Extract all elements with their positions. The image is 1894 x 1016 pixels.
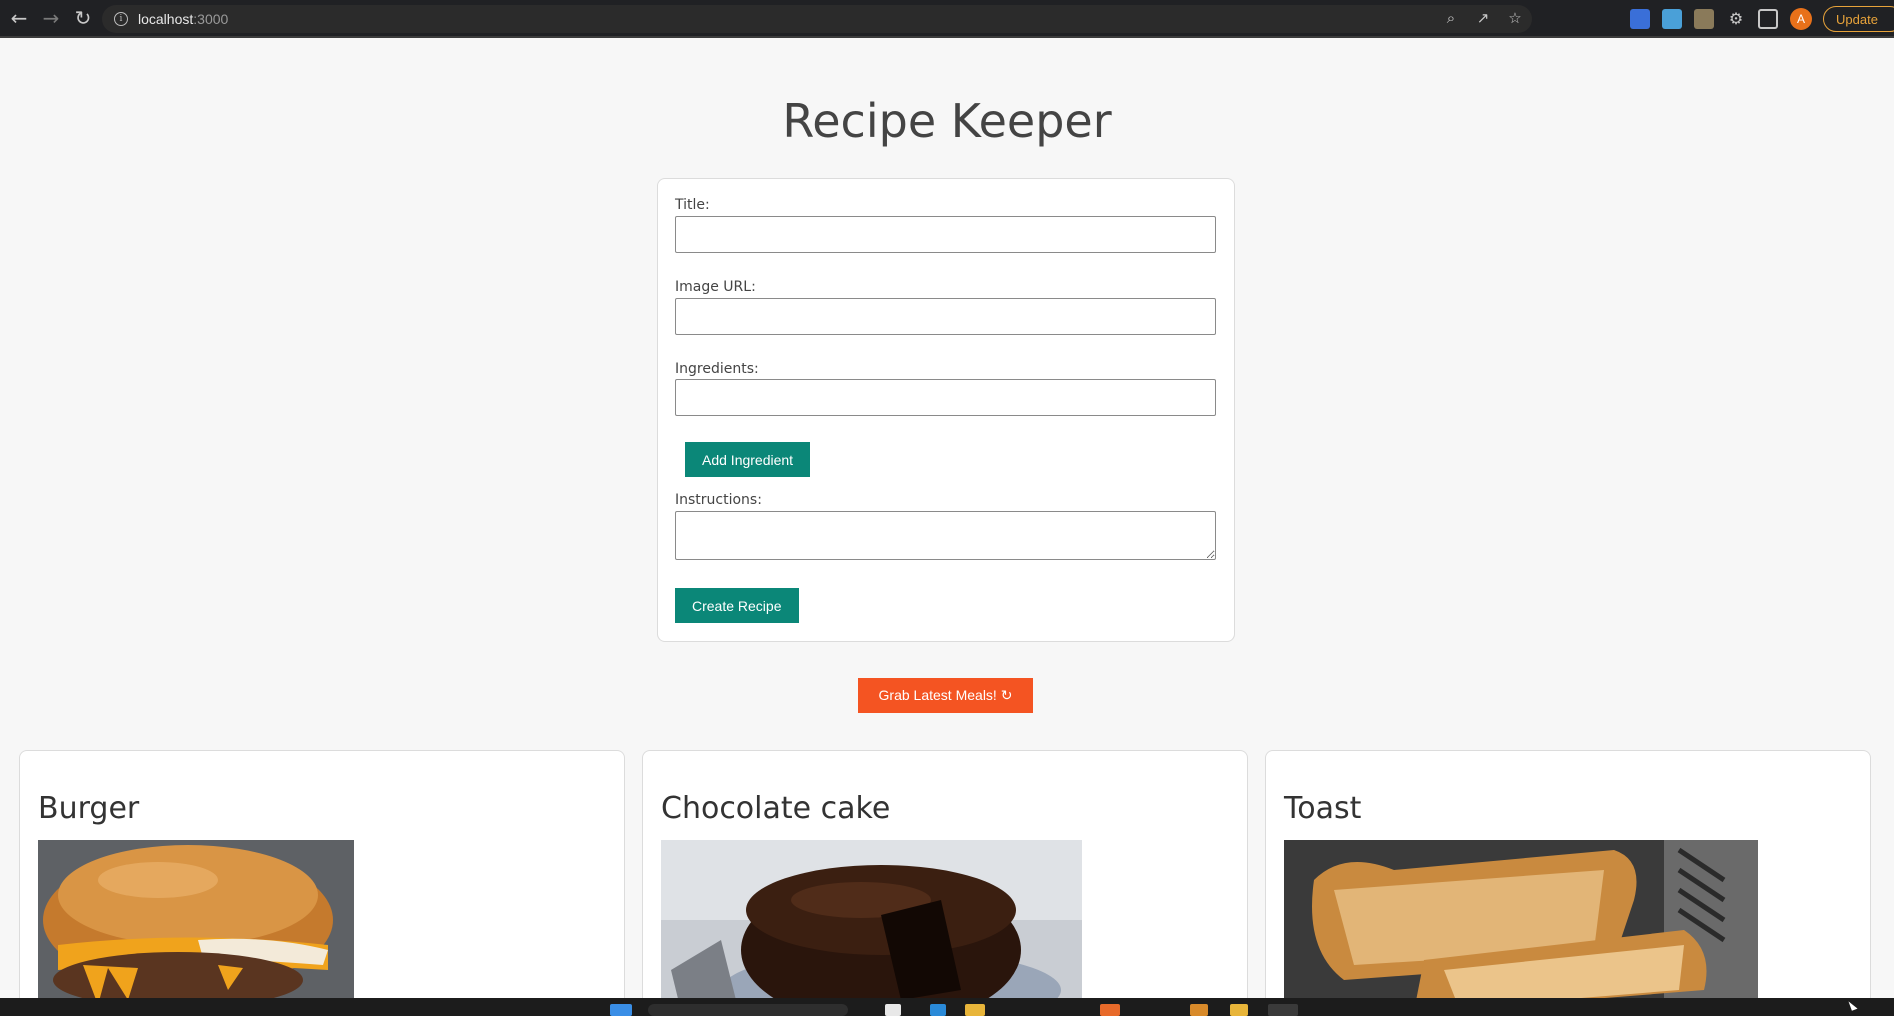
title-label: Title:	[675, 197, 710, 213]
profile-avatar[interactable]: A	[1790, 8, 1812, 30]
side-panel-icon[interactable]	[1758, 9, 1778, 29]
extension-icon-2[interactable]	[1662, 9, 1682, 29]
recipe-title: Burger	[38, 791, 140, 826]
url-host: localhost	[138, 11, 194, 27]
taskbar-app-icon[interactable]	[1100, 1004, 1120, 1016]
recipe-form: Title: Image URL: Ingredients: Add Ingre…	[657, 178, 1235, 642]
folder-icon[interactable]	[965, 1004, 985, 1016]
recipe-list: Burger Chocolate cake Toast	[19, 750, 1872, 998]
extension-icon-3[interactable]	[1694, 9, 1714, 29]
forward-icon[interactable]: →	[38, 5, 64, 31]
taskbar-app-icon[interactable]	[930, 1004, 946, 1016]
taskbar-app-icon[interactable]	[1190, 1004, 1208, 1016]
recipe-image-burger	[38, 840, 354, 998]
url-text: localhost:3000	[138, 11, 228, 27]
grab-latest-meals-button[interactable]: Grab Latest Meals! ↻	[858, 678, 1033, 713]
ingredients-label: Ingredients:	[675, 361, 759, 377]
browser-toolbar: ← → ↻ i localhost:3000 ⌕ ↗ ☆ ⚙ A Update	[0, 0, 1894, 38]
recipe-image-toast	[1284, 840, 1758, 998]
taskbar-app-icon[interactable]	[1268, 1004, 1298, 1016]
url-port: :3000	[193, 11, 229, 27]
start-icon[interactable]	[610, 1004, 632, 1016]
recipe-title: Chocolate cake	[661, 791, 891, 826]
taskbar-app-icon[interactable]	[885, 1004, 901, 1016]
add-ingredient-button[interactable]: Add Ingredient	[685, 442, 811, 477]
image-url-label: Image URL:	[675, 279, 756, 295]
instructions-label: Instructions:	[675, 492, 762, 508]
bookmark-star-icon[interactable]: ☆	[1506, 9, 1524, 27]
site-info-icon[interactable]: i	[114, 12, 128, 26]
zoom-icon[interactable]: ⌕	[1442, 9, 1460, 27]
taskbar-search[interactable]	[648, 1004, 848, 1016]
title-input[interactable]	[675, 216, 1216, 253]
back-icon[interactable]: ←	[6, 5, 32, 31]
reload-icon[interactable]: ↻	[70, 5, 96, 31]
extension-icon-1[interactable]	[1630, 9, 1650, 29]
update-button[interactable]: Update	[1823, 6, 1894, 32]
instructions-textarea[interactable]	[675, 511, 1216, 560]
share-icon[interactable]: ↗	[1474, 9, 1492, 27]
recipe-card: Toast	[1265, 750, 1871, 998]
os-taskbar	[0, 998, 1894, 1016]
recipe-card: Chocolate cake	[642, 750, 1248, 998]
address-bar[interactable]: i localhost:3000 ⌕ ↗ ☆	[102, 5, 1532, 33]
recipe-card: Burger	[19, 750, 625, 998]
page-content: Recipe Keeper Title: Image URL: Ingredie…	[0, 40, 1894, 998]
ingredients-input[interactable]	[675, 379, 1216, 416]
create-recipe-button[interactable]: Create Recipe	[675, 588, 799, 623]
extensions-puzzle-icon[interactable]: ⚙	[1726, 9, 1746, 29]
image-url-input[interactable]	[675, 298, 1216, 335]
page-title: Recipe Keeper	[782, 94, 1112, 148]
recipe-title: Toast	[1284, 791, 1362, 826]
recipe-image-chocolate-cake	[661, 840, 1082, 998]
taskbar-app-icon[interactable]	[1230, 1004, 1248, 1016]
